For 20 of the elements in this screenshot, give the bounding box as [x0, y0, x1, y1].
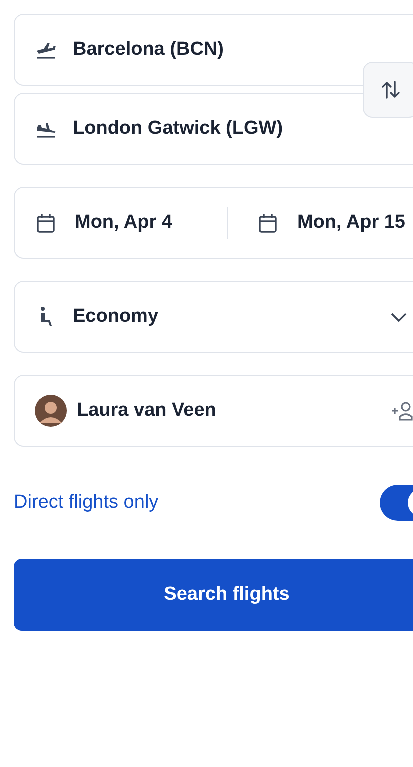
origin-field[interactable]: Barcelona (BCN) [14, 14, 413, 86]
return-date-field[interactable]: Mon, Apr 15 [257, 212, 406, 234]
passenger-name: Laura van Veen [77, 400, 218, 422]
calendar-icon [35, 212, 57, 234]
departure-date-field[interactable]: Mon, Apr 4 [35, 212, 172, 234]
direct-flights-label: Direct flights only [14, 492, 159, 514]
passenger-field[interactable]: Laura van Veen [14, 375, 413, 447]
origin-value: Barcelona (BCN) [73, 39, 224, 61]
destination-field[interactable]: London Gatwick (LGW) [14, 93, 413, 165]
cabin-class-dropdown[interactable]: Economy [14, 281, 413, 353]
destination-value: London Gatwick (LGW) [73, 118, 284, 140]
cabin-class-value: Economy [73, 306, 160, 328]
swap-arrows-icon [380, 79, 402, 101]
departure-date: Mon, Apr 4 [75, 212, 172, 234]
add-person-icon [391, 400, 413, 422]
calendar-icon [257, 212, 280, 234]
search-flights-button[interactable]: Search flights [14, 559, 413, 631]
avatar-icon [35, 395, 67, 427]
swap-button[interactable] [363, 62, 413, 118]
return-date: Mon, Apr 15 [297, 212, 406, 234]
